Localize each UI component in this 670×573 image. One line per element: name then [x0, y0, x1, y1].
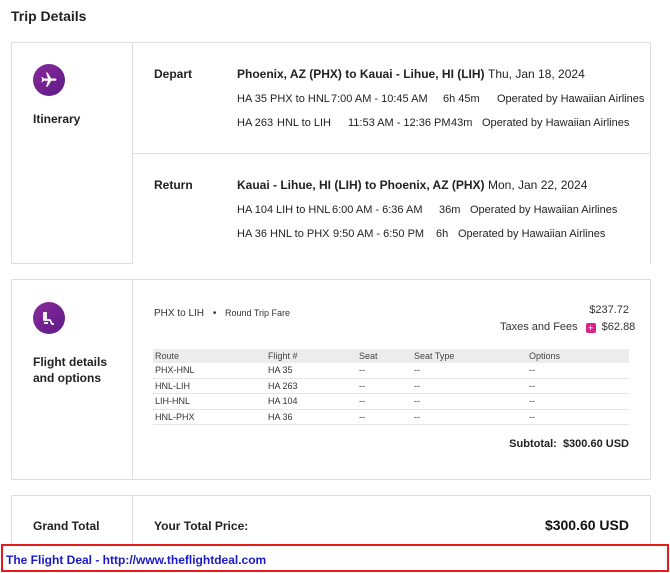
- segment-operator: Operated by Hawaiian Airlines: [497, 93, 645, 105]
- column-header: Options: [529, 351, 561, 361]
- table-cell: --: [359, 365, 365, 375]
- table-header: Route Flight # Seat Seat Type Options: [153, 349, 629, 363]
- segment-time: 9:50 AM - 6:50 PM: [333, 228, 425, 240]
- table-cell: --: [529, 411, 535, 422]
- taxes-label: Taxes and Fees: [500, 321, 578, 333]
- flight-details-sidebar: Flight details and options: [12, 280, 133, 479]
- segment-flight: HA 35: [237, 93, 267, 105]
- depart-date: Thu, Jan 18, 2024: [488, 67, 585, 81]
- segment-route: HNL to LIH: [277, 117, 332, 129]
- itinerary-label: Itinerary: [33, 112, 81, 126]
- your-total-label: Your Total Price:: [154, 519, 249, 533]
- column-header: Flight #: [268, 351, 298, 361]
- flight-details-card: Flight details and options PHX to LIH • …: [11, 279, 651, 480]
- taxes-price: $62.88: [601, 321, 636, 333]
- fare-type: Round Trip Fare: [225, 308, 291, 318]
- depart-leg: Depart Phoenix, AZ (PHX) to Kauai - Lihu…: [133, 43, 650, 153]
- table-cell: --: [414, 365, 420, 375]
- table-cell: --: [414, 396, 420, 406]
- flight-details-label-line1: Flight details: [33, 355, 108, 369]
- airplane-icon: [33, 64, 65, 96]
- table-row: PHX-HNL HA 35 -- -- --: [153, 363, 629, 379]
- return-date: Mon, Jan 22, 2024: [488, 178, 588, 192]
- segment-duration: 6h: [436, 228, 449, 240]
- segment-duration: 43m: [451, 117, 473, 129]
- segment-flight: HA 104: [237, 204, 274, 216]
- plus-icon[interactable]: +: [585, 323, 596, 333]
- table-cell: --: [359, 396, 365, 406]
- return-leg: Return Kauai - Lihue, HI (LIH) to Phoeni…: [133, 153, 650, 265]
- segment-time: 11:53 AM - 12:36 PM: [348, 117, 451, 129]
- total-amount: $300.60 USD: [544, 517, 629, 533]
- return-route: Kauai - Lihue, HI (LIH) to Phoenix, AZ (…: [237, 178, 485, 192]
- flight-details-label: Flight details and options: [33, 354, 107, 386]
- segment-operator: Operated by Hawaiian Airlines: [470, 204, 618, 216]
- table-cell: HNL-LIH: [155, 380, 191, 391]
- segment-route: LIH to HNL: [276, 204, 331, 216]
- segment-route: HNL to PHX: [270, 228, 330, 240]
- grand-total-label: Grand Total: [33, 519, 100, 533]
- table-cell: PHX-HNL: [155, 365, 195, 375]
- fare-bullet: •: [212, 308, 217, 319]
- table-row: HNL-PHX HA 36 -- -- --: [153, 410, 629, 425]
- segment-duration: 6h 45m: [443, 93, 480, 105]
- segment-operator: Operated by Hawaiian Airlines: [482, 117, 630, 129]
- taxes-row: Taxes and Fees + $62.88: [500, 321, 635, 333]
- column-header: Seat: [359, 351, 378, 361]
- segment-duration: 36m: [439, 204, 461, 216]
- segment-time: 7:00 AM - 10:45 AM: [331, 93, 428, 105]
- fare-price: $237.72: [589, 304, 629, 316]
- table-cell: HNL-PHX: [155, 411, 195, 422]
- itinerary-sidebar: Itinerary: [12, 43, 133, 263]
- itinerary-card: Itinerary Depart Phoenix, AZ (PHX) to Ka…: [11, 42, 651, 265]
- table-cell: HA 36: [268, 411, 293, 422]
- column-header: Seat Type: [414, 351, 455, 361]
- fare-route-text: PHX to LIH: [154, 308, 205, 319]
- table-row: LIH-HNL HA 104 -- -- --: [153, 394, 629, 410]
- table-cell: --: [529, 365, 535, 375]
- seat-icon: [33, 302, 65, 334]
- segment-operator: Operated by Hawaiian Airlines: [458, 228, 606, 240]
- return-label: Return: [154, 178, 193, 192]
- table-cell: LIH-HNL: [155, 396, 191, 406]
- table-cell: --: [414, 380, 420, 391]
- flight-deal-link[interactable]: The Flight Deal - http://www.theflightde…: [6, 553, 266, 567]
- segment-time: 6:00 AM - 6:36 AM: [332, 204, 423, 216]
- flight-deal-banner: The Flight Deal - http://www.theflightde…: [1, 544, 669, 572]
- table-cell: HA 104: [268, 396, 298, 406]
- flight-options-table: Route Flight # Seat Seat Type Options PH…: [153, 349, 629, 425]
- segment-flight: HA 36: [237, 228, 267, 240]
- table-cell: --: [359, 411, 365, 422]
- table-cell: --: [359, 380, 365, 391]
- table-cell: --: [529, 380, 535, 391]
- subtotal: Subtotal: $300.60 USD: [509, 438, 629, 450]
- fare-route: PHX to LIH •: [154, 308, 216, 319]
- page-title: Trip Details: [11, 8, 87, 24]
- table-cell: --: [414, 411, 420, 422]
- segment-route: PHX to HNL: [270, 93, 330, 105]
- table-row: HNL-LIH HA 263 -- -- --: [153, 379, 629, 394]
- table-cell: HA 35: [268, 365, 293, 375]
- column-header: Route: [155, 351, 180, 361]
- depart-label: Depart: [154, 67, 193, 81]
- segment-flight: HA 263: [237, 117, 274, 129]
- table-cell: --: [529, 396, 535, 406]
- flight-details-label-line2: and options: [33, 371, 101, 385]
- table-cell: HA 263: [268, 380, 298, 391]
- depart-route: Phoenix, AZ (PHX) to Kauai - Lihue, HI (…: [237, 67, 485, 81]
